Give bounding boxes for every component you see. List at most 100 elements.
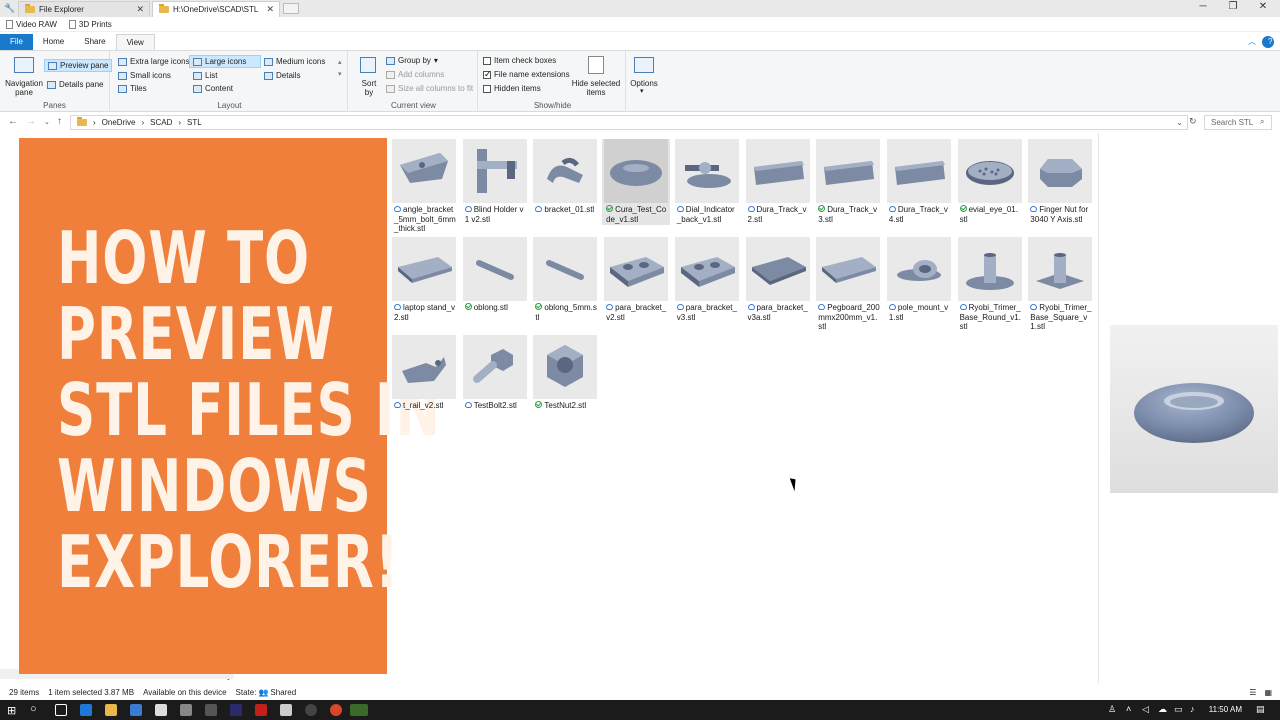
file-tile[interactable]: oblong.stl (461, 237, 529, 313)
file-tile[interactable]: para_bracket_v3.stl (673, 237, 741, 322)
chrome-icon[interactable] (330, 704, 342, 716)
people-icon[interactable]: ♙ (1108, 704, 1116, 715)
notifications-icon[interactable]: ▤ (1256, 704, 1265, 715)
options-icon[interactable] (634, 57, 654, 73)
breadcrumb-scad[interactable]: SCAD (150, 118, 172, 127)
layout-scroll-icon[interactable]: ▴ ▾ (338, 57, 342, 81)
sort-by-button[interactable]: Sort by (358, 79, 380, 97)
file-tile[interactable]: Dura_Track_v3.stl (814, 139, 882, 224)
task-view-icon[interactable] (55, 704, 67, 716)
file-tile[interactable]: Dura_Track_v2.stl (744, 139, 812, 224)
file-name-extensions-toggle[interactable]: File name extensions (483, 69, 570, 80)
taskbar-clock[interactable]: 11:50 AM (1209, 705, 1242, 714)
back-icon[interactable]: ← (8, 116, 18, 127)
quick-item-video-raw[interactable]: Video RAW (6, 19, 57, 29)
layout-medium-icons[interactable]: Medium icons (264, 57, 325, 66)
file-tile[interactable]: Dial_Indicator_back_v1.stl (673, 139, 741, 224)
layout-small-icons[interactable]: Small icons (118, 71, 171, 80)
new-tab-button[interactable] (283, 3, 299, 14)
windows-start-icon[interactable]: ⊞ (7, 704, 16, 717)
layout-extra-large-icons[interactable]: Extra large icons (118, 57, 190, 66)
close-tab-icon[interactable]: ✕ (266, 4, 274, 15)
options-button[interactable]: Options (628, 79, 660, 88)
layout-tiles[interactable]: Tiles (118, 84, 147, 93)
details-pane-button[interactable]: Details pane (47, 80, 103, 89)
hide-selected-button[interactable]: Hide selected items (570, 79, 622, 97)
group-by-button[interactable]: Group by ▾ (386, 56, 438, 65)
tab-share[interactable]: Share (74, 34, 115, 50)
tray-chevron-icon[interactable]: ˄ (1126, 704, 1131, 714)
refresh-icon[interactable]: ↻ (1189, 116, 1197, 127)
layout-list[interactable]: List (193, 71, 217, 80)
tab-file[interactable]: File (0, 34, 33, 50)
app-icon[interactable] (180, 704, 192, 716)
file-tile[interactable]: para_bracket_v2.stl (602, 237, 670, 322)
sort-icon[interactable] (360, 57, 376, 73)
recent-locations-icon[interactable]: ⌄ (44, 118, 50, 126)
file-tile[interactable]: bracket_01.stl (531, 139, 599, 215)
path-box[interactable]: › OneDrive › SCAD › STL ⌄ (70, 115, 1188, 130)
add-columns-button[interactable]: Add columns (386, 70, 444, 79)
help-icon[interactable]: ? (1262, 36, 1274, 48)
app-icon[interactable] (305, 704, 317, 716)
hide-selected-icon[interactable] (588, 56, 604, 74)
tab-home[interactable]: Home (33, 34, 74, 50)
item-check-boxes-toggle[interactable]: Item check boxes (483, 56, 556, 65)
file-tile[interactable]: angle_bracket_5mm_bolt_6mm_thick.stl (390, 139, 458, 234)
mail-icon[interactable] (280, 704, 292, 716)
file-tile[interactable]: Dura_Track_v4.stl (885, 139, 953, 224)
navigation-pane-icon[interactable] (14, 57, 34, 73)
tab-file-explorer[interactable]: File Explorer ✕ (18, 1, 150, 17)
file-tile[interactable]: TestBolt2.stl (461, 335, 529, 411)
network-icon[interactable]: ▭ (1174, 704, 1183, 715)
search-icon[interactable]: ○ (30, 703, 37, 715)
size-columns-button[interactable]: Size all columns to fit (386, 84, 473, 93)
app-icon[interactable] (155, 704, 167, 716)
wrench-icon[interactable]: 🔧 (4, 3, 15, 14)
navigation-pane-button[interactable]: Navigation pane (4, 79, 44, 97)
preview-pane-button[interactable]: Preview pane (44, 59, 113, 72)
tab-view[interactable]: View (115, 34, 155, 50)
hidden-items-toggle[interactable]: Hidden items (483, 84, 541, 93)
file-tile[interactable]: laptop stand_v2.stl (390, 237, 458, 322)
speaker-icon[interactable]: ♪ (1190, 704, 1195, 714)
file-tile[interactable]: Ryobi_Trimer_Base_Round_v1.stl (956, 237, 1024, 332)
details-view-icon[interactable]: ☰ (1249, 688, 1256, 697)
forward-icon[interactable]: → (26, 116, 36, 127)
app-icon[interactable] (230, 704, 242, 716)
file-explorer-icon[interactable] (105, 704, 117, 716)
active-app-icon[interactable] (350, 704, 368, 716)
large-icons-view-icon[interactable]: ▦ (1264, 688, 1272, 697)
app-icon[interactable] (205, 704, 217, 716)
chevron-down-icon[interactable]: ⌄ (1176, 118, 1183, 127)
file-tile[interactable]: Finger Nut for 3040 Y Axis.stl (1026, 139, 1094, 224)
volume-icon[interactable]: ◁ (1142, 704, 1149, 715)
file-tile[interactable]: pole_mount_v1.stl (885, 237, 953, 322)
file-tile[interactable]: Cura_Test_Code_v1.stl (602, 139, 671, 225)
file-tile[interactable]: evial_eye_01.stl (956, 139, 1024, 224)
up-icon[interactable]: ↑ (57, 116, 62, 127)
chevron-up-icon[interactable]: ︿ (1242, 34, 1262, 50)
file-tile[interactable]: oblong_5mm.stl (531, 237, 599, 322)
close-tab-icon[interactable]: ✕ (136, 4, 144, 15)
breadcrumb-stl[interactable]: STL (187, 118, 202, 127)
onedrive-icon[interactable]: ☁ (1158, 704, 1167, 715)
file-tile[interactable]: TestNut2.stl (531, 335, 599, 411)
file-tile[interactable]: para_bracket_v3a.stl (744, 237, 812, 322)
file-tile[interactable]: Blind Holder v1 v2.stl (461, 139, 529, 224)
store-icon[interactable] (130, 704, 142, 716)
close-window-icon[interactable]: ✕ (1248, 1, 1278, 15)
layout-details[interactable]: Details (264, 71, 300, 80)
app-icon[interactable] (255, 704, 267, 716)
edge-icon[interactable] (80, 704, 92, 716)
breadcrumb-onedrive[interactable]: OneDrive (102, 118, 136, 127)
file-tile[interactable]: t_rail_v2.stl (390, 335, 458, 411)
quick-item-3d-prints[interactable]: 3D Prints (68, 19, 112, 29)
maximize-icon[interactable]: ❐ (1218, 1, 1248, 15)
file-tile[interactable]: Ryobi_Trimer_Base_Square_v1.stl (1026, 237, 1094, 332)
tab-stl-folder[interactable]: H:\OneDrive\SCAD\STL ✕ (152, 1, 280, 17)
file-tile[interactable]: Pegboard_200mmx200mm_v1.stl (814, 237, 882, 332)
search-icon[interactable]: ⌕ (1260, 117, 1264, 127)
layout-large-icons[interactable]: Large icons (189, 55, 261, 68)
minimize-icon[interactable]: ─ (1188, 1, 1218, 15)
